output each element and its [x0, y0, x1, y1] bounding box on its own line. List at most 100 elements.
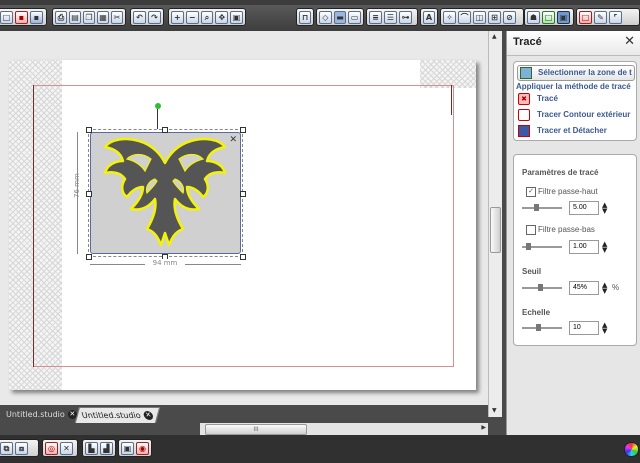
fill-icon[interactable]: ◇ [319, 10, 332, 24]
resize-handle-l[interactable] [86, 191, 92, 197]
zoom-in-icon[interactable]: + [171, 10, 184, 24]
tab-untitled-2[interactable]: Untitled.studio ✕ [74, 407, 160, 423]
undo-icon[interactable]: ↶ [133, 10, 146, 24]
zoom-select-icon[interactable]: ⌕ [200, 10, 214, 24]
scroll-down-icon[interactable]: ▼ [492, 407, 497, 414]
trace-detach-button[interactable]: Tracer et Détacher [517, 125, 633, 137]
group-icon[interactable]: ⧉ [0, 441, 13, 455]
paste-icon[interactable]: ▦ [97, 10, 109, 24]
horizontal-scrollbar[interactable]: III ▶ [200, 423, 488, 435]
resize-handle-t[interactable] [162, 127, 168, 133]
grid-icon[interactable]: ⊞ [488, 10, 501, 24]
resize-handle-tr[interactable] [240, 127, 246, 133]
printer-icon[interactable]: ▤ [69, 10, 81, 24]
shadow-icon[interactable]: ▣ [121, 441, 134, 455]
threshold-unit: % [612, 283, 620, 292]
scroll-up-icon[interactable]: ▲ [492, 33, 497, 40]
tools-toolbar-group: ✧ ⌒ ◫ ⊞ ⊘ [440, 8, 524, 26]
outline-trace-button[interactable]: Tracer Contour extérieur [517, 109, 633, 121]
page-setup-icon[interactable]: □ [542, 10, 555, 24]
select-icon[interactable]: ⌜ [609, 10, 622, 24]
horizontal-scroll-thumb[interactable]: III [205, 424, 307, 435]
new-icon[interactable]: □ [0, 10, 13, 24]
threshold-slider[interactable] [522, 284, 562, 291]
print-icon[interactable]: ⎙ [55, 10, 67, 24]
page-icon[interactable]: □ [579, 10, 592, 24]
rotate-handle[interactable] [155, 103, 161, 109]
highpass-value-input[interactable]: 5.00 [569, 201, 599, 215]
store-icon[interactable]: ☗ [527, 10, 540, 24]
zoom-out-icon[interactable]: − [185, 10, 199, 24]
panel-close-icon[interactable]: ✕ [624, 34, 635, 49]
send-back-icon[interactable]: ✕ [60, 441, 73, 455]
width-dimension-label: 94 mm [145, 259, 185, 267]
copy-icon[interactable]: ❐ [83, 10, 95, 24]
weld-icon[interactable]: ⊶ [399, 10, 412, 24]
scale-stepper-icon[interactable]: ▲ ▼ [602, 322, 607, 335]
bring-front-icon[interactable]: ◎ [45, 441, 58, 455]
eraser-icon[interactable]: ◫ [473, 10, 486, 24]
lowpass-stepper-icon[interactable]: ▲ ▼ [602, 241, 607, 254]
text-icon[interactable]: A [423, 10, 435, 24]
panel-toolbar-group: □ ✎ ⌜ [576, 8, 640, 26]
point-edit-icon[interactable]: ✧ [443, 10, 456, 24]
scale-value-input[interactable]: 10 [569, 321, 599, 335]
resize-handle-r[interactable] [240, 191, 246, 197]
scroll-right-icon[interactable]: ▶ [481, 424, 486, 431]
outline-trace-icon [518, 109, 530, 121]
send-backward-icon[interactable]: ▟ [100, 441, 113, 455]
highpass-slider[interactable] [522, 204, 562, 211]
lowpass-value-input[interactable]: 1.00 [569, 240, 599, 254]
redo-icon[interactable]: ↷ [148, 10, 161, 24]
fit-page-icon[interactable]: ▣ [230, 10, 243, 24]
select-area-button[interactable]: Sélectionner la zone de t [517, 65, 635, 81]
scale-slider-thumb[interactable] [536, 324, 541, 331]
resize-handle-bl[interactable] [86, 254, 92, 260]
align-icon[interactable]: ≡ [369, 10, 382, 24]
cut-settings-icon[interactable]: ▣ [557, 10, 570, 24]
highpass-stepper-icon[interactable]: ▲ ▼ [602, 202, 607, 215]
group-toolbar-group: ⧉ ⧈ [0, 439, 39, 457]
trace-panel: Tracé ✕ Sélectionner la zone de t Appliq… [506, 31, 640, 435]
line-style-icon[interactable]: ▭ [348, 10, 362, 24]
line-color-icon[interactable]: ▬ [333, 10, 347, 24]
vertical-scroll-thumb[interactable] [490, 207, 501, 253]
knife-icon[interactable]: ⌒ [458, 10, 471, 24]
cut-icon[interactable]: ✂ [111, 10, 123, 24]
save-icon[interactable]: ▪ [15, 10, 28, 24]
apply-method-label: Appliquer la méthode de tracé [516, 82, 631, 91]
trace-icon[interactable]: ⊘ [503, 10, 516, 24]
tab-close-icon[interactable]: ✕ [142, 411, 154, 420]
tab-untitled-1[interactable]: Untitled.studio ✕ [2, 407, 81, 423]
resize-handle-br[interactable] [240, 254, 246, 260]
threshold-slider-thumb[interactable] [537, 284, 543, 291]
ungroup-icon[interactable]: ⧈ [15, 441, 28, 455]
canvas-area[interactable]: ✕ 76 mm 94 mm [0, 31, 488, 405]
color-wheel-icon[interactable] [624, 442, 639, 457]
bring-forward-icon[interactable]: ▙ [85, 441, 98, 455]
lock-icon[interactable]: ⊓ [299, 10, 311, 24]
resize-handle-tl[interactable] [86, 127, 92, 133]
vertical-scrollbar[interactable]: ▲ ▼ [488, 31, 502, 417]
trace-image[interactable]: ✕ [90, 132, 241, 254]
mat-margin-top-right [420, 60, 476, 88]
pen-icon[interactable]: ✎ [594, 10, 607, 24]
text-toolbar-group: A [420, 8, 438, 26]
threshold-value-input[interactable]: 45% [569, 281, 599, 295]
highpass-slider-thumb[interactable] [534, 204, 540, 211]
target-icon[interactable]: ◉ [136, 441, 149, 455]
lowpass-slider-thumb[interactable] [525, 243, 531, 250]
lowpass-slider[interactable] [522, 243, 562, 250]
lowpass-filter-checkbox[interactable]: Filtre passe-bas [526, 225, 595, 235]
threshold-stepper-icon[interactable]: ▲ ▼ [602, 282, 607, 295]
highpass-filter-checkbox[interactable]: ✓ Filtre passe-haut [526, 187, 598, 197]
replicate-icon[interactable]: ☰ [384, 10, 397, 24]
select-area-label: Sélectionner la zone de t [538, 68, 632, 77]
order-toolbar-group: ▙ ▟ [82, 439, 116, 457]
trace-method-button[interactable]: ✖ Tracé [517, 93, 633, 105]
scale-slider[interactable] [522, 324, 562, 331]
save-as-icon[interactable]: ▪ [30, 10, 43, 24]
pan-icon[interactable]: ✥ [215, 10, 229, 24]
store-toolbar-group: ☗ □ ▣ [524, 8, 574, 26]
image-delete-icon[interactable]: ✕ [229, 135, 237, 145]
